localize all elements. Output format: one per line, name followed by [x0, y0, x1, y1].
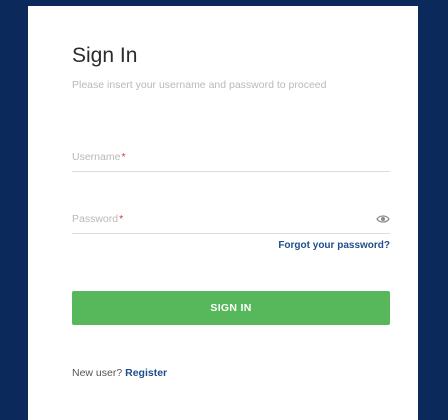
sign-in-button[interactable]: SIGN IN: [72, 291, 390, 325]
new-user-line: New user? Register: [72, 367, 167, 379]
page-subtitle: Please insert your username and password…: [72, 79, 327, 91]
page-title: Sign In: [72, 44, 138, 67]
new-user-text: New user?: [72, 367, 123, 379]
password-input[interactable]: [72, 208, 394, 235]
eye-icon[interactable]: [376, 214, 390, 224]
username-field[interactable]: Username*: [72, 146, 394, 173]
forgot-password-link[interactable]: Forgot your password?: [278, 240, 390, 251]
signin-card: Sign In Please insert your username and …: [28, 6, 418, 420]
register-link[interactable]: Register: [125, 367, 167, 379]
password-field[interactable]: Password*: [72, 208, 394, 235]
username-input[interactable]: [72, 146, 394, 173]
